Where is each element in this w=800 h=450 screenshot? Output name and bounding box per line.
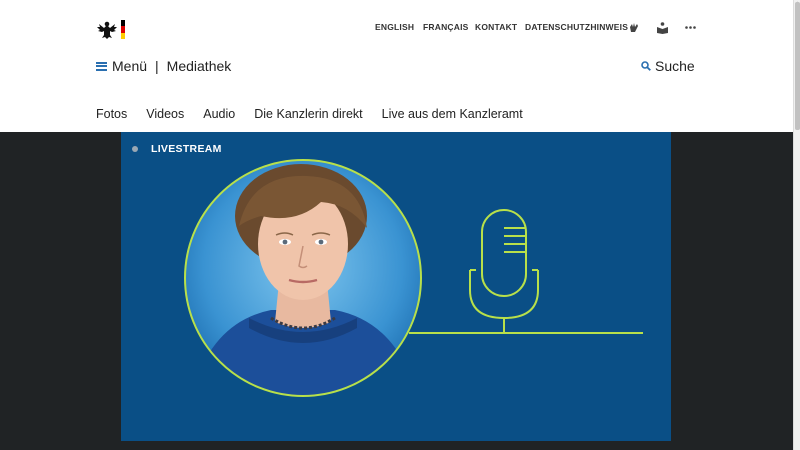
subnav-item-fotos[interactable]: Fotos xyxy=(96,107,127,121)
media-subnav: Fotos Videos Audio Die Kanzlerin direkt … xyxy=(96,107,542,121)
video-player[interactable]: LIVESTREAM xyxy=(121,132,671,441)
menu-button[interactable]: Menü xyxy=(112,58,147,74)
video-stage: LIVESTREAM xyxy=(0,132,793,450)
section-title[interactable]: Mediathek xyxy=(167,58,232,74)
subnav-item-videos[interactable]: Videos xyxy=(146,107,184,121)
francais-link[interactable]: FRANÇAIS xyxy=(423,22,469,32)
main-menu-row: Menü | Mediathek xyxy=(96,56,231,76)
subnav-item-kanzlerin-direkt[interactable]: Die Kanzlerin direkt xyxy=(254,107,362,121)
site-header: ENGLISH FRANÇAIS KONTAKT DATENSCHUTZHINW… xyxy=(0,0,793,132)
podcast-artwork xyxy=(184,159,643,397)
live-indicator-icon xyxy=(132,146,138,152)
microphone-icon xyxy=(469,209,539,333)
search-button[interactable]: Suche xyxy=(641,56,695,76)
portrait-circle xyxy=(184,159,422,397)
kontakt-link[interactable]: KONTAKT xyxy=(475,22,517,32)
subnav-item-live-kanzleramt[interactable]: Live aus dem Kanzleramt xyxy=(382,107,523,121)
hamburger-icon[interactable] xyxy=(96,61,107,71)
search-icon xyxy=(641,61,651,71)
easy-read-icon[interactable] xyxy=(655,20,669,34)
datenschutz-link[interactable]: DATENSCHUTZHINWEIS xyxy=(525,22,628,32)
page-scrollbar[interactable]: ▲ xyxy=(793,0,800,450)
livestream-badge: LIVESTREAM xyxy=(132,143,222,155)
sign-language-icon[interactable] xyxy=(627,20,641,34)
scroll-thumb[interactable] xyxy=(795,2,800,130)
search-label: Suche xyxy=(655,58,695,74)
subnav-item-audio[interactable]: Audio xyxy=(203,107,235,121)
more-icon[interactable] xyxy=(683,20,697,34)
page: ENGLISH FRANÇAIS KONTAKT DATENSCHUTZHINW… xyxy=(0,0,793,450)
meta-navigation: ENGLISH FRANÇAIS KONTAKT DATENSCHUTZHINW… xyxy=(0,20,793,34)
english-link[interactable]: ENGLISH xyxy=(375,22,414,32)
title-separator: | xyxy=(155,58,159,74)
livestream-label: LIVESTREAM xyxy=(151,143,222,155)
